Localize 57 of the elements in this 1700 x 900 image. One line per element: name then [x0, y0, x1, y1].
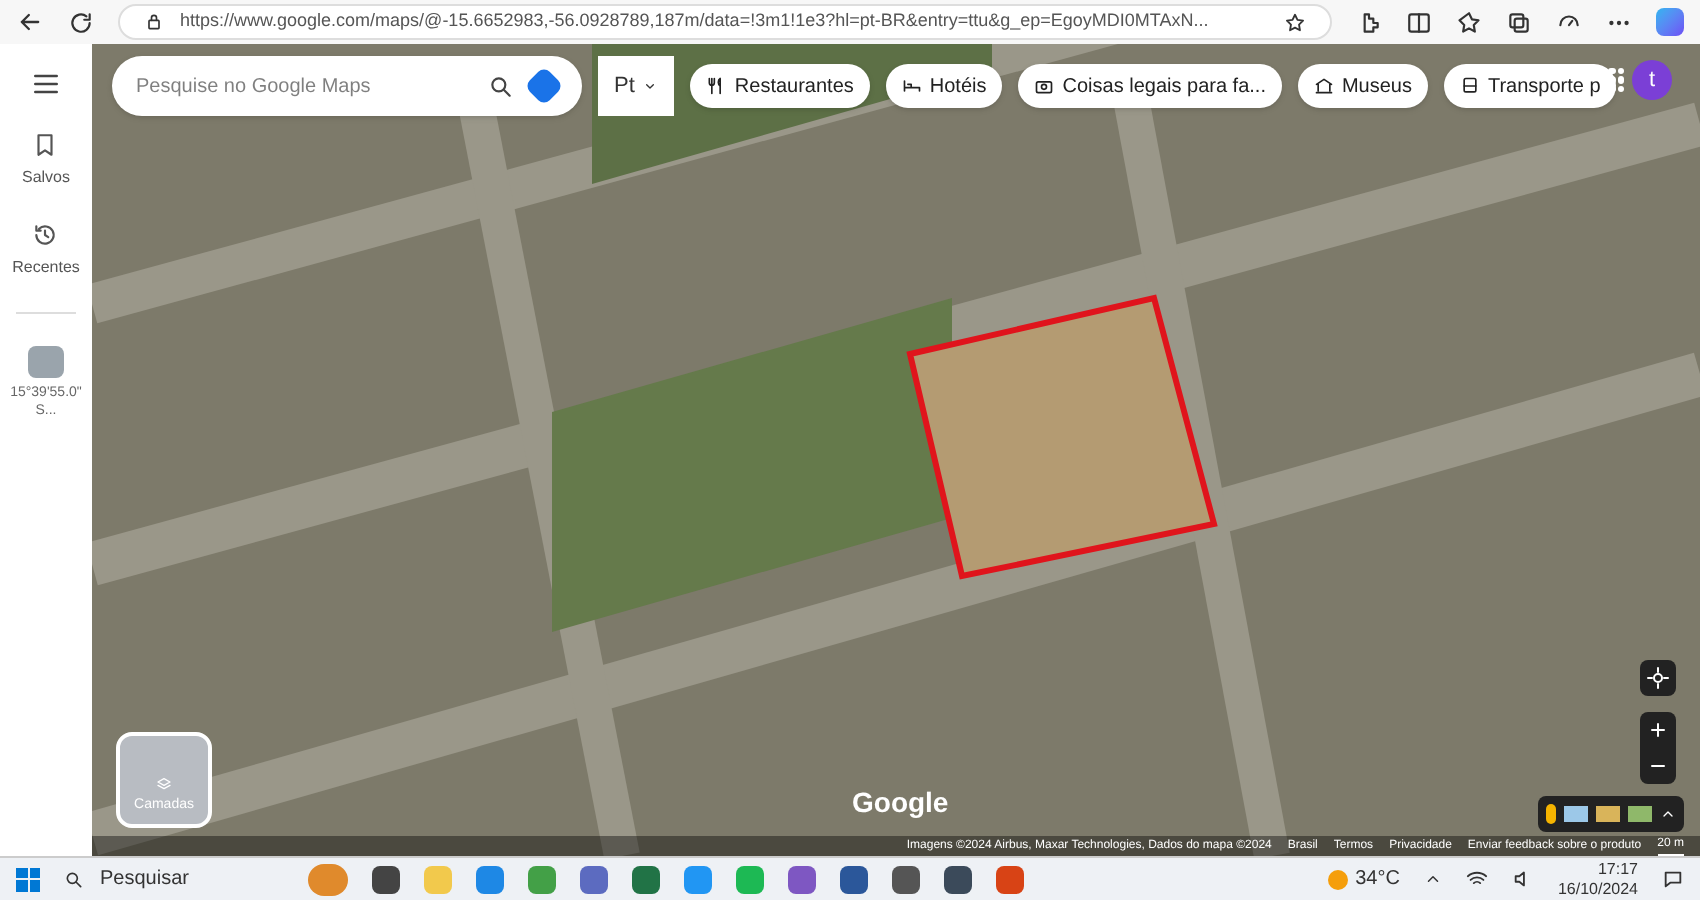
category-chip[interactable]: Hotéis: [885, 64, 1003, 108]
weather-widget[interactable]: 34°C: [1327, 864, 1400, 894]
bed-icon: [901, 76, 922, 96]
elevation-dropdown[interactable]: Pt: [598, 56, 675, 116]
wifi-icon[interactable]: [1465, 868, 1488, 890]
chevron-up-icon[interactable]: [1660, 806, 1676, 822]
reload-icon[interactable]: [68, 9, 94, 35]
account-avatar[interactable]: t: [1632, 60, 1672, 100]
taskbar-app-icon[interactable]: [580, 865, 608, 893]
satellite-map[interactable]: [92, 44, 1700, 856]
clock[interactable]: 17:17 16/10/2024: [1557, 859, 1638, 899]
sun-icon: [1327, 869, 1348, 889]
layers-icon: [156, 775, 172, 791]
taskbar-app-icon[interactable]: [996, 865, 1024, 893]
photo-placeholder: [28, 346, 64, 378]
taskbar-app-icon[interactable]: [788, 865, 816, 893]
caret-icon: [642, 78, 659, 94]
split-screen-icon[interactable]: [1406, 9, 1432, 35]
sidebar-item[interactable]: Recentes: [12, 222, 80, 280]
pegman-icon[interactable]: [1546, 804, 1556, 824]
address-bar[interactable]: https://www.google.com/maps/@-15.6652983,-56.0928789,187m/data=!3m1!1e3?hl=pt-BR&entry=ttu&g_ep=EgoyMDI0MTAxN...: [118, 4, 1332, 40]
taskbar-app-icon[interactable]: [944, 865, 972, 893]
back-icon[interactable]: [16, 8, 44, 36]
category-chip[interactable]: Coisas legais para fa...: [1018, 64, 1282, 108]
map-thumbnail[interactable]: [1596, 806, 1620, 822]
collections-icon[interactable]: [1506, 9, 1532, 35]
map-thumbnail[interactable]: [1564, 806, 1588, 822]
fork-icon: [706, 76, 727, 96]
system-tray-icon[interactable]: [1423, 870, 1442, 888]
search-input[interactable]: Pesquise no Google Maps: [136, 71, 472, 101]
category-chip[interactable]: Restaurantes: [690, 64, 870, 108]
favorites-icon[interactable]: [1456, 9, 1482, 35]
sidebar-item[interactable]: Salvos: [21, 132, 70, 190]
taskbar-app-icon[interactable]: [632, 865, 660, 893]
star-icon[interactable]: [1284, 11, 1306, 33]
taskbar-search[interactable]: Pesquisar: [64, 864, 284, 894]
museum-icon: [1313, 76, 1334, 96]
map-thumbnail[interactable]: [1628, 806, 1652, 822]
notification-icon[interactable]: [1662, 868, 1684, 890]
camera-icon: [1034, 76, 1055, 96]
search-icon: [64, 869, 84, 889]
search-bar[interactable]: Pesquise no Google Maps: [112, 56, 582, 116]
locate-icon[interactable]: [1640, 660, 1676, 696]
category-chip[interactable]: Transporte p: [1443, 64, 1617, 108]
taskbar-app-icon[interactable]: [372, 865, 400, 893]
taskbar-app-icon[interactable]: [840, 865, 868, 893]
start-icon[interactable]: [16, 867, 40, 891]
taskbar-app-icon[interactable]: [892, 865, 920, 893]
page-info-icon: [144, 12, 164, 32]
bus-icon: [1459, 76, 1480, 96]
history-icon: [32, 222, 59, 248]
copilot-icon[interactable]: [1656, 8, 1684, 36]
google-logo: Google: [852, 784, 949, 822]
bookmark-icon: [32, 132, 59, 158]
url-text: https://www.google.com/maps/@-15.6652983,-56.0928789,187m/data=!3m1!1e3?hl=pt-BR&entry=ttu&g_ep=EgoyMDI0MTAxN...: [180, 8, 1209, 35]
search-icon[interactable]: [488, 73, 514, 99]
category-chip[interactable]: Museus: [1297, 64, 1428, 108]
